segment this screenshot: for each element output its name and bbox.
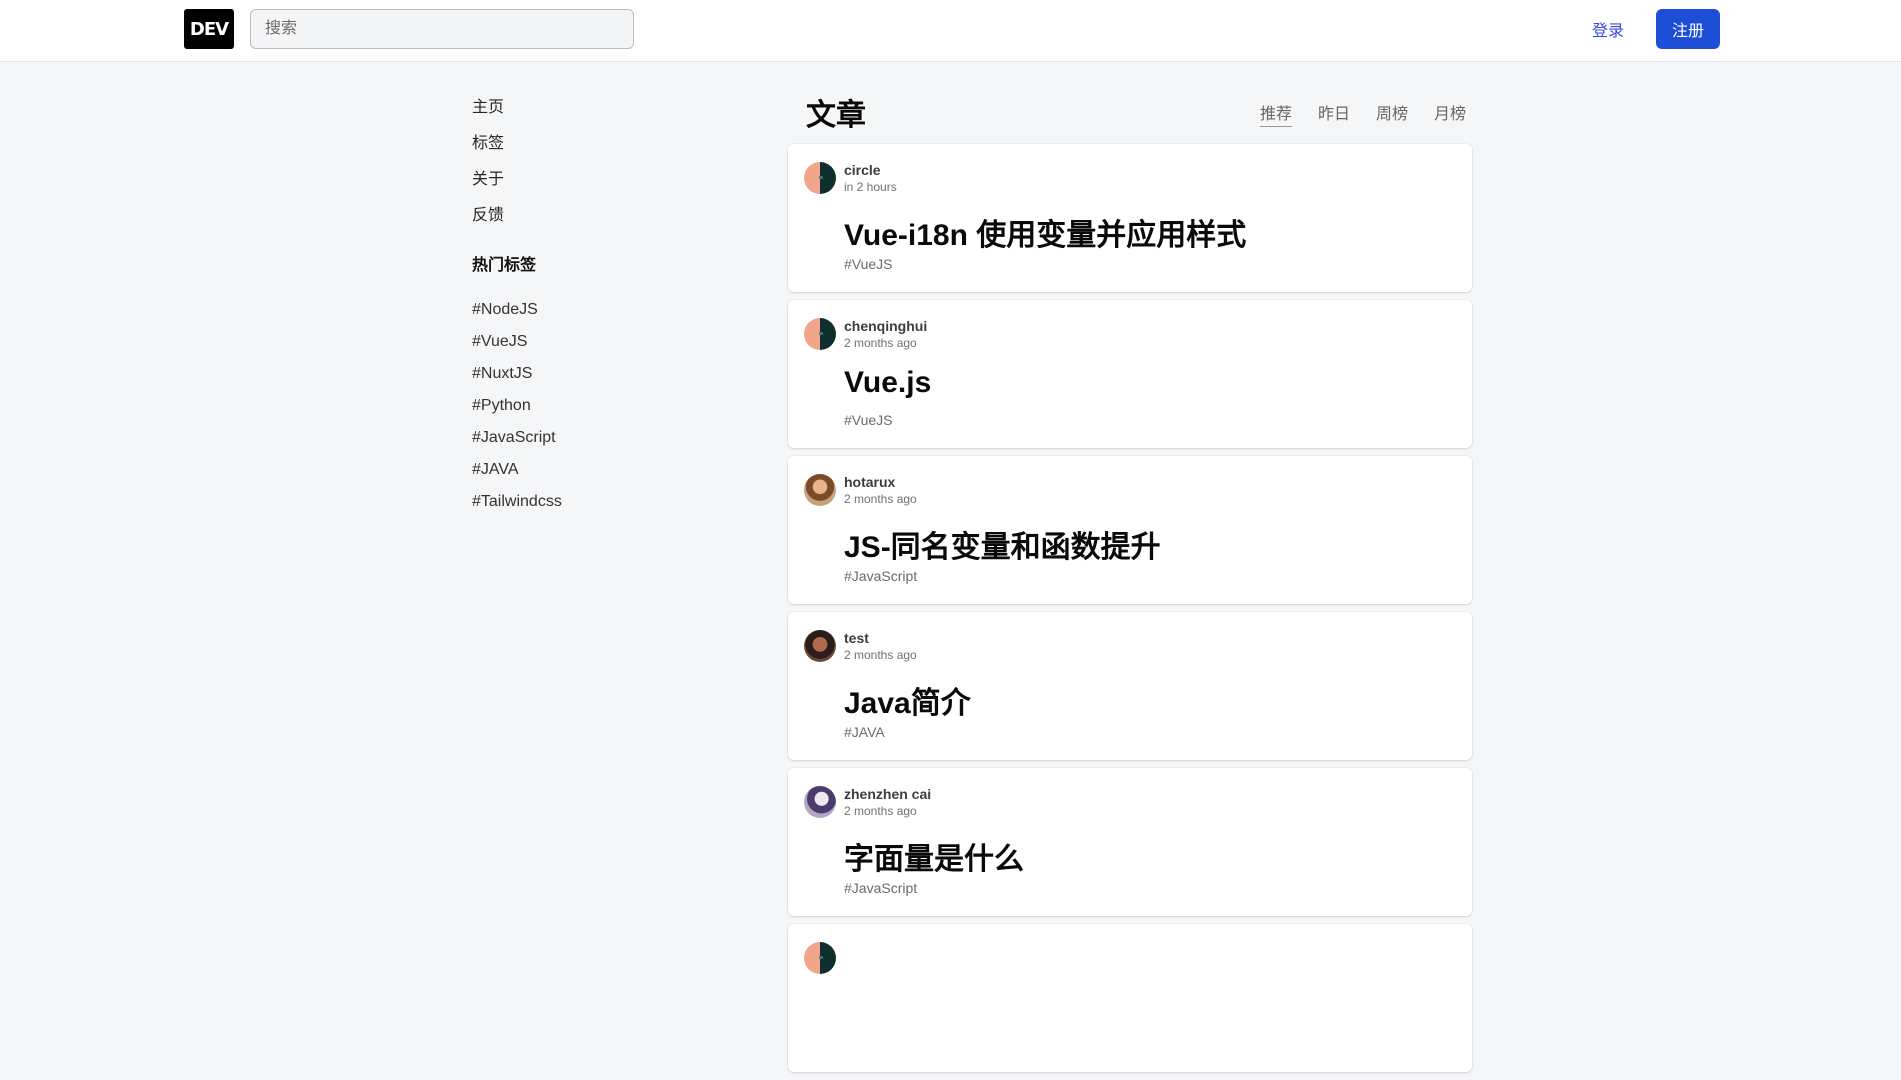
sidebar-item-feedback[interactable]: 反馈 xyxy=(472,204,672,240)
author-name[interactable]: test xyxy=(844,630,869,646)
author-name[interactable]: hotarux xyxy=(844,474,895,490)
article-tag[interactable]: #VueJS xyxy=(844,412,893,428)
article-card[interactable]: chenqinghui 2 months ago Vue.js #VueJS xyxy=(788,300,1472,448)
article-tag[interactable]: #JAVA xyxy=(844,724,885,740)
author-name[interactable]: chenqinghui xyxy=(844,318,927,334)
hot-tag-nuxtjs[interactable]: #NuxtJS xyxy=(472,362,672,394)
hot-tag-javascript[interactable]: #JavaScript xyxy=(472,426,672,458)
author-name[interactable]: zhenzhen cai xyxy=(844,786,931,802)
article-tag[interactable]: #JavaScript xyxy=(844,568,917,584)
article-title[interactable]: Vue.js xyxy=(844,366,931,400)
article-card[interactable]: hotarux 2 months ago JS-同名变量和函数提升 #JavaS… xyxy=(788,456,1472,604)
sidebar-item-about[interactable]: 关于 xyxy=(472,168,672,204)
feed-tabs: 推荐 昨日 周榜 月榜 xyxy=(1259,100,1466,127)
article-title[interactable]: Vue-i18n 使用变量并应用样式 xyxy=(844,210,1246,254)
post-time: 2 months ago xyxy=(844,648,917,662)
signup-button[interactable]: 注册 xyxy=(1656,9,1720,49)
hot-tag-nodejs[interactable]: #NodeJS xyxy=(472,298,672,330)
avatar[interactable] xyxy=(804,942,836,974)
article-title[interactable]: Java简介 xyxy=(844,678,971,722)
sidebar-item-tags[interactable]: 标签 xyxy=(472,132,672,168)
post-time: 2 months ago xyxy=(844,492,917,506)
hot-tag-vuejs[interactable]: #VueJS xyxy=(472,330,672,362)
article-card[interactable]: test 2 months ago Java简介 #JAVA xyxy=(788,612,1472,760)
post-time: 2 months ago xyxy=(844,336,917,350)
article-card[interactable] xyxy=(788,924,1472,1072)
post-time: in 2 hours xyxy=(844,180,897,194)
article-title[interactable]: 字面量是什么 xyxy=(844,834,1024,878)
sidebar-item-home[interactable]: 主页 xyxy=(472,96,672,132)
article-tag[interactable]: #VueJS xyxy=(844,256,893,272)
page-title: 文章 xyxy=(806,99,866,132)
article-title[interactable]: JS-同名变量和函数提升 xyxy=(844,522,1161,566)
author-name[interactable]: circle xyxy=(844,162,881,178)
left-sidebar: 主页 标签 关于 反馈 热门标签 #NodeJS #VueJS #NuxtJS … xyxy=(472,96,672,522)
tab-monthly[interactable]: 月榜 xyxy=(1434,100,1466,127)
article-tag[interactable]: #JavaScript xyxy=(844,880,917,896)
top-header: DEV 登录 注册 xyxy=(0,0,1901,62)
login-link[interactable]: 登录 xyxy=(1578,9,1638,49)
article-card[interactable]: circle in 2 hours Vue-i18n 使用变量并应用样式 #Vu… xyxy=(788,144,1472,292)
dev-logo[interactable]: DEV xyxy=(184,9,234,49)
avatar[interactable] xyxy=(804,162,836,194)
post-time: 2 months ago xyxy=(844,804,917,818)
tab-yesterday[interactable]: 昨日 xyxy=(1318,100,1350,127)
article-card[interactable]: zhenzhen cai 2 months ago 字面量是什么 #JavaSc… xyxy=(788,768,1472,916)
avatar[interactable] xyxy=(804,786,836,818)
feed-header: 文章 推荐 昨日 周榜 月榜 xyxy=(806,90,1466,132)
article-list: circle in 2 hours Vue-i18n 使用变量并应用样式 #Vu… xyxy=(788,144,1472,1080)
hot-tag-python[interactable]: #Python xyxy=(472,394,672,426)
search-input[interactable] xyxy=(250,9,634,49)
avatar[interactable] xyxy=(804,474,836,506)
hot-tags-heading: 热门标签 xyxy=(472,257,537,274)
hot-tag-tailwindcss[interactable]: #Tailwindcss xyxy=(472,490,672,522)
tab-weekly[interactable]: 周榜 xyxy=(1376,100,1408,127)
hot-tag-java[interactable]: #JAVA xyxy=(472,458,672,490)
tab-recommended[interactable]: 推荐 xyxy=(1259,100,1292,127)
avatar[interactable] xyxy=(804,630,836,662)
avatar[interactable] xyxy=(804,318,836,350)
